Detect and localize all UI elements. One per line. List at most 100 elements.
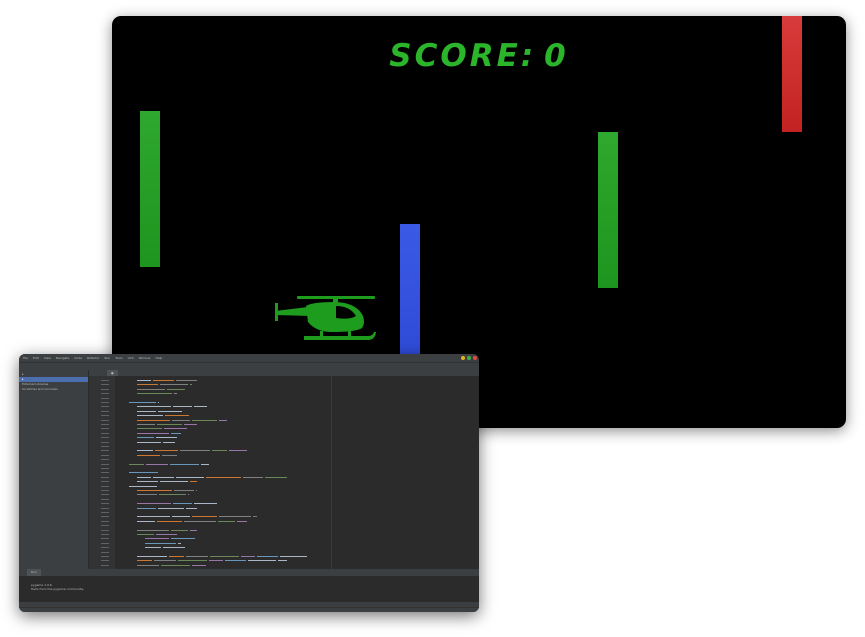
- line-number: [101, 529, 109, 531]
- green-obstacle-2: [598, 132, 618, 288]
- code-text-segment: [137, 507, 156, 509]
- code-text-segment: [145, 547, 161, 549]
- code-text-segment: [212, 450, 227, 452]
- code-text-segment: [194, 406, 207, 408]
- code-text-segment: [167, 388, 185, 390]
- code-text-segment: [137, 437, 154, 439]
- code-text-segment: [137, 560, 152, 562]
- line-number: [101, 419, 109, 421]
- helicopter-icon: [275, 296, 376, 340]
- code-text-segment: [137, 534, 154, 535]
- code-text-segment: [172, 419, 190, 421]
- menu-code[interactable]: Code: [74, 354, 82, 362]
- line-number: [101, 494, 109, 496]
- code-text-segment: [180, 450, 210, 452]
- code-text-segment: [137, 388, 165, 390]
- code-text-segment: [137, 529, 169, 531]
- code-text-segment: [137, 450, 153, 452]
- code-text-segment: [129, 463, 144, 465]
- menu-run[interactable]: Run: [105, 354, 111, 362]
- code-text-segment: [162, 454, 177, 456]
- line-number: [101, 415, 109, 417]
- code-text-segment: [161, 564, 190, 566]
- line-number: [101, 560, 109, 562]
- code-text-segment: [163, 547, 185, 549]
- line-number: [101, 384, 109, 386]
- code-text-segment: [157, 520, 182, 522]
- code-text-segment: [158, 507, 184, 509]
- line-number: [101, 380, 109, 381]
- code-text-segment: [155, 450, 178, 452]
- code-text-segment: [156, 534, 177, 535]
- score-label: SCORE:: [389, 38, 537, 74]
- line-number: [101, 551, 109, 553]
- menu-window[interactable]: Window: [139, 354, 151, 362]
- project-scratches[interactable]: Scratches and Consoles: [19, 387, 88, 392]
- menu-tools[interactable]: Tools: [115, 354, 122, 362]
- code-text-segment: [171, 529, 188, 531]
- code-text-segment: [137, 454, 160, 456]
- menu-edit[interactable]: Edit: [33, 354, 39, 362]
- code-text-segment: [170, 463, 199, 465]
- code-text-segment: [184, 424, 197, 425]
- code-text-segment: [248, 560, 276, 562]
- code-text-segment: [257, 556, 278, 557]
- line-number: [101, 437, 109, 439]
- code-text-segment: [173, 406, 192, 408]
- code-text-segment: [129, 472, 158, 474]
- code-text-segment: [188, 494, 189, 496]
- code-text-segment: [137, 415, 163, 417]
- line-number: [101, 428, 109, 430]
- code-text-segment: [184, 520, 216, 522]
- code-text-segment: [218, 520, 235, 522]
- code-text-segment: [176, 476, 204, 478]
- line-number: [101, 547, 109, 549]
- line-number: [101, 476, 109, 478]
- line-number: [101, 472, 109, 474]
- menu-help[interactable]: Help: [155, 354, 162, 362]
- menu-navigate[interactable]: Navigate: [56, 354, 69, 362]
- blue-obstacle: [400, 224, 420, 374]
- code-text-segment: [137, 490, 172, 491]
- line-number: [101, 441, 109, 443]
- green-obstacle-1: [140, 111, 160, 267]
- line-number: [101, 556, 109, 557]
- code-text-segment: [176, 380, 197, 381]
- code-text-segment: [219, 419, 227, 421]
- menu-bar: File Edit View Navigate Code Refactor Ru…: [19, 354, 479, 362]
- line-number: [101, 424, 109, 425]
- line-number: [101, 564, 109, 566]
- code-editor[interactable]: [115, 376, 479, 569]
- code-text-segment: [137, 516, 170, 518]
- code-text-segment: [137, 393, 172, 395]
- code-text-segment: [129, 485, 157, 487]
- ide-window: File Edit View Navigate Code Refactor Ru…: [19, 354, 479, 612]
- code-text-segment: [171, 538, 195, 540]
- close-button[interactable]: [473, 356, 477, 360]
- code-text-segment: [219, 516, 251, 518]
- menu-refactor[interactable]: Refactor: [87, 354, 100, 362]
- run-tab[interactable]: Run: [27, 569, 41, 576]
- code-text-segment: [253, 516, 257, 518]
- code-text-segment: [173, 503, 192, 505]
- menu-view[interactable]: View: [44, 354, 51, 362]
- code-text-segment: [278, 560, 287, 562]
- code-text-segment: [137, 441, 161, 443]
- code-text-segment: [157, 424, 182, 425]
- project-panel: ▸ ▸ External Libraries Scratches and Con…: [19, 370, 88, 569]
- menu-file[interactable]: File: [23, 354, 28, 362]
- score-value: 0: [544, 38, 569, 74]
- right-margin-guide: [331, 376, 332, 569]
- run-console: pygame 1.9.6 Hello from the pygame commu…: [19, 576, 479, 602]
- code-text-segment: [137, 520, 155, 522]
- code-text-segment: [145, 538, 169, 540]
- code-text-segment: [137, 556, 167, 557]
- menu-vcs[interactable]: VCS: [128, 354, 134, 362]
- code-text-segment: [192, 516, 217, 518]
- line-number: [101, 485, 109, 487]
- code-text-segment: [165, 415, 189, 417]
- maximize-button[interactable]: [467, 356, 471, 360]
- minimize-button[interactable]: [461, 356, 465, 360]
- line-number: [101, 410, 109, 412]
- line-number: [101, 388, 109, 390]
